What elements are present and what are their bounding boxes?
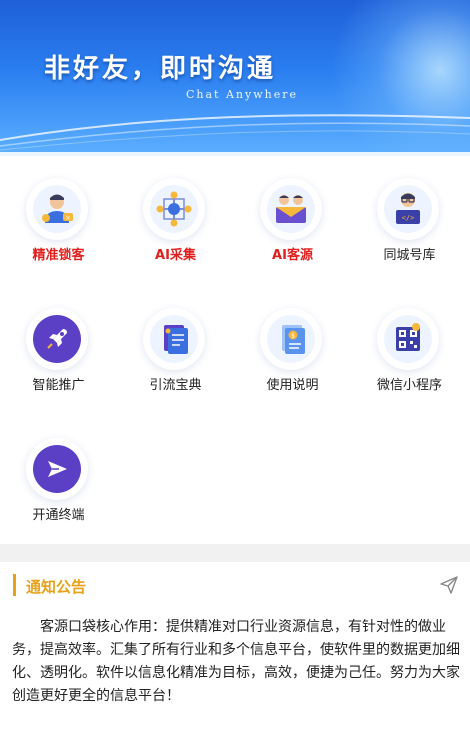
section-divider [0, 544, 470, 562]
svg-text:$: $ [291, 333, 295, 340]
grid-item-label: AI客源 [272, 248, 313, 263]
grid-item-wechat-mini-program[interactable]: 微信小程序 [351, 286, 468, 416]
svg-text:</>: </> [402, 214, 415, 222]
qr-code-icon [396, 323, 420, 351]
grid-item-label: 精准锁客 [32, 248, 85, 263]
precise-lock-icon: × [42, 194, 73, 223]
grid-item-precise-lock[interactable]: × 精准锁客 [0, 156, 117, 286]
grid-item-label: 微信小程序 [376, 378, 442, 393]
banner-headline: 非好友，即时沟通 [44, 54, 277, 84]
send-icon [48, 461, 67, 477]
manual-icon: $ [282, 325, 305, 354]
grid-item-label: 同城号库 [383, 248, 436, 263]
notice-section: 通知公告 客源口袋核心作用：提供精准对口行业资源信息，有针对性的做业务，提高效率… [0, 562, 470, 731]
document-icon [164, 325, 188, 354]
city-number-library-icon: </> [396, 193, 420, 224]
grid-item-ai-collect[interactable]: AI采集 [117, 156, 234, 286]
banner-subline: Chat Anywhere [186, 88, 298, 101]
notice-title: 通知公告 [26, 578, 87, 596]
grid-item-ai-customers[interactable]: AI客源 [234, 156, 351, 286]
ai-customers-icon [276, 195, 306, 223]
ai-collect-icon [156, 191, 192, 227]
grid-item-traffic-guide[interactable]: 引流宝典 [117, 286, 234, 416]
share-icon[interactable] [438, 574, 460, 596]
grid-item-label: 引流宝典 [149, 378, 202, 393]
grid-item-label: 智能推广 [32, 378, 85, 393]
grid-item-user-manual[interactable]: $ 使用说明 [234, 286, 351, 416]
grid-item-city-number-library[interactable]: </> 同城号库 [351, 156, 468, 286]
banner-light-wave [0, 114, 470, 151]
grid-item-smart-promotion[interactable]: 智能推广 [0, 286, 117, 416]
grid-item-label: AI采集 [155, 248, 196, 263]
grid-item-label: 开通终端 [32, 508, 85, 523]
notice-accent-bar [13, 574, 16, 596]
top-banner: 非好友，即时沟通 Chat Anywhere [0, 0, 470, 156]
feature-grid: × 精准锁客 AI采集 AI客源 </> 同城号库 智能推广 引流宝典 $ 使用… [0, 156, 470, 544]
rocket-icon [47, 329, 67, 349]
svg-text:×: × [65, 214, 71, 222]
notice-body: 客源口袋核心作用：提供精准对口行业资源信息，有针对性的做业务，提高效率。汇集了所… [12, 619, 460, 704]
grid-item-open-terminal[interactable]: 开通终端 [0, 416, 117, 546]
grid-item-label: 使用说明 [266, 378, 319, 393]
